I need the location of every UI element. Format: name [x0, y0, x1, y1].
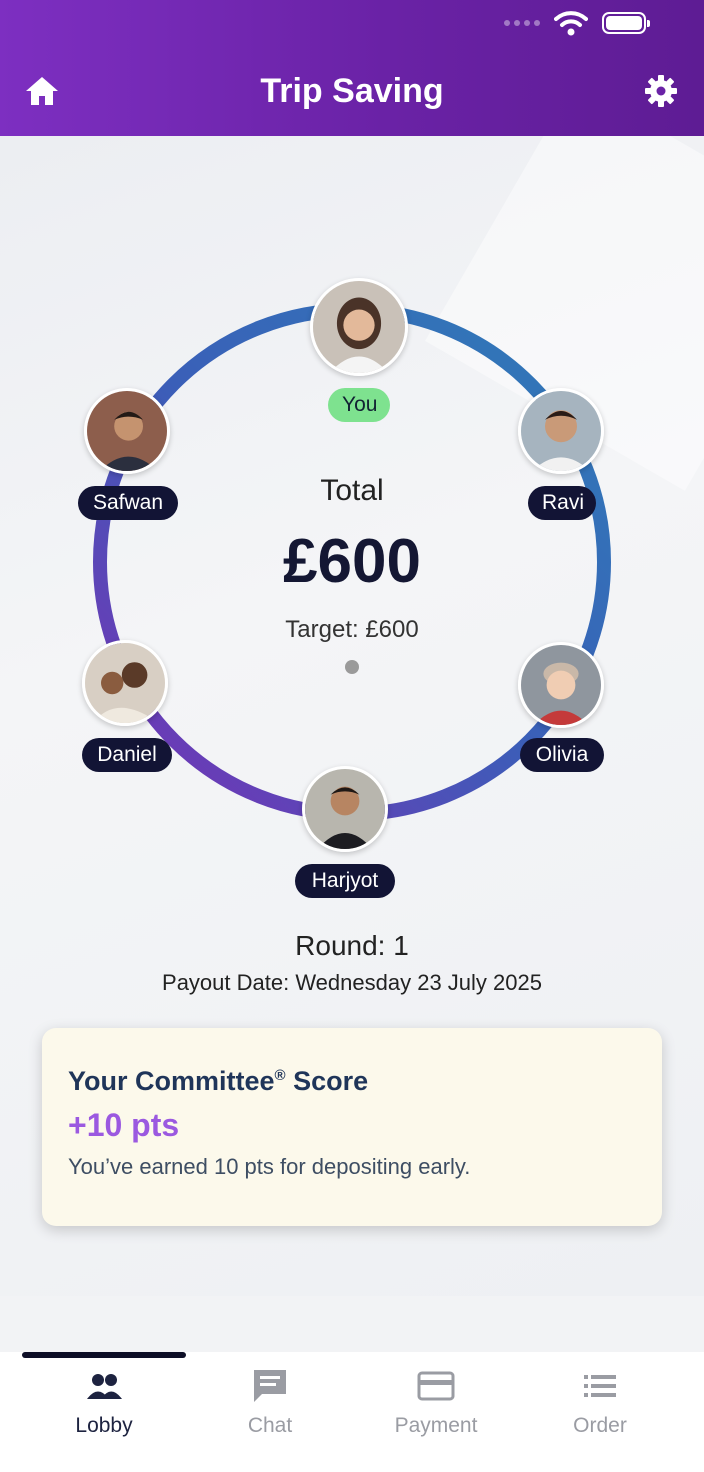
list-icon [584, 1375, 616, 1397]
score-card-title: Your Committee® Score [68, 1066, 369, 1096]
score-points: +10 pts [68, 1107, 180, 1143]
member-label-safwan: Safwan [78, 486, 178, 520]
card-icon [417, 1371, 455, 1401]
tab-payment-label: Payment [394, 1414, 478, 1437]
total-amount: £600 [283, 527, 421, 596]
score-card[interactable]: Your Committee® Score +10 pts You’ve ear… [42, 1028, 662, 1226]
member-label-ravi: Ravi [528, 486, 596, 520]
tab-lobby[interactable]: Lobby [16, 1366, 192, 1456]
tab-lobby-label: Lobby [75, 1414, 133, 1437]
target-amount: Target: £600 [285, 616, 419, 643]
battery-icon [602, 12, 650, 34]
payout-date: Payout Date: Wednesday 23 July 2025 [162, 970, 542, 995]
total-label: Total [320, 474, 384, 507]
member-label-you: You [328, 388, 390, 422]
avatar-you[interactable] [310, 278, 408, 376]
round-label: Round: 1 [295, 930, 409, 961]
tab-payment[interactable]: Payment [348, 1366, 524, 1456]
signal-dots-icon [504, 20, 540, 26]
nav-active-indicator [22, 1352, 186, 1358]
tab-chat[interactable]: Chat [182, 1366, 358, 1456]
member-label-daniel: Daniel [82, 738, 172, 772]
wifi-icon [554, 11, 588, 36]
score-message: You’ve earned 10 pts for depositing earl… [68, 1154, 471, 1179]
status-bar [504, 10, 650, 36]
page-title: Trip Saving [260, 72, 444, 110]
tab-order-label: Order [573, 1414, 627, 1437]
lobby-content: Total £600 Target: £600 You Ravi Olivia … [0, 136, 704, 1296]
chat-icon [254, 1370, 286, 1402]
tab-chat-label: Chat [247, 1414, 293, 1437]
avatar-safwan[interactable] [84, 388, 170, 474]
people-icon [87, 1374, 122, 1399]
app-header: Trip Saving [0, 0, 704, 136]
avatar-daniel[interactable] [82, 640, 168, 726]
avatar-ravi[interactable] [518, 388, 604, 474]
member-label-harjyot: Harjyot [295, 864, 395, 898]
page-indicator-dot [345, 660, 359, 674]
member-label-olivia: Olivia [520, 738, 604, 772]
avatar-olivia[interactable] [518, 642, 604, 728]
gear-icon[interactable] [642, 72, 680, 110]
tab-order[interactable]: Order [512, 1366, 688, 1456]
avatar-harjyot[interactable] [302, 766, 388, 852]
